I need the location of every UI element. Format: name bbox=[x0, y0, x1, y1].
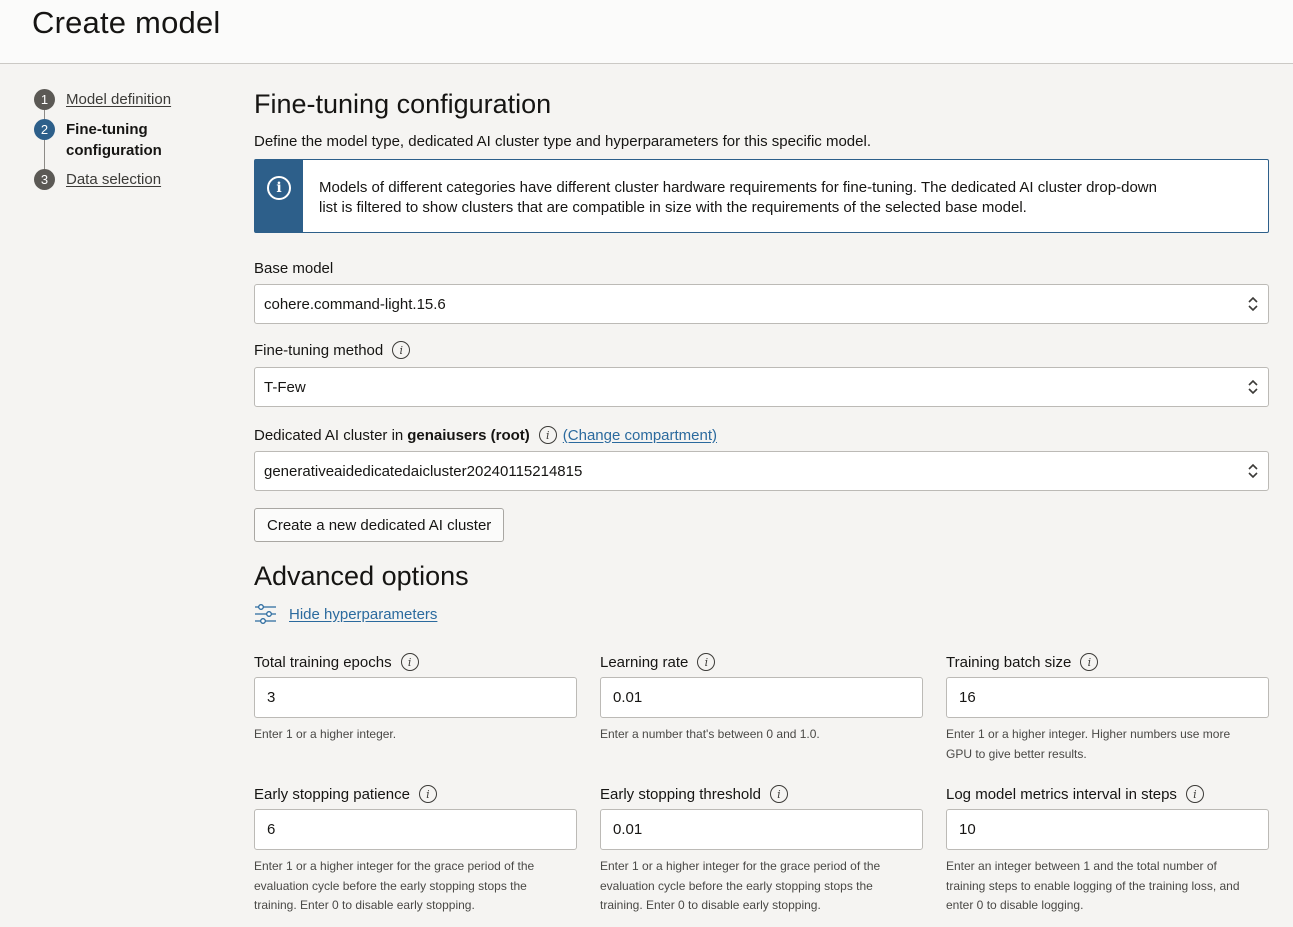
step-label-data-selection[interactable]: Data selection bbox=[66, 169, 161, 190]
cluster-compartment: genaiusers (root) bbox=[407, 426, 530, 444]
step-label-model-definition[interactable]: Model definition bbox=[66, 89, 171, 110]
chevron-up-down-icon bbox=[1248, 296, 1258, 312]
section-description: Define the model type, dedicated AI clus… bbox=[254, 133, 871, 150]
change-compartment-link[interactable]: (Change compartment) bbox=[563, 427, 717, 444]
learning-rate-field: Learning rate i 0.01 Enter a number that'… bbox=[600, 652, 923, 745]
chevron-up-down-icon bbox=[1248, 379, 1258, 395]
training-batch-size-field: Training batch size i 16 Enter 1 or a hig… bbox=[946, 652, 1269, 764]
help-line: Enter 1 or a higher integer for the grac… bbox=[600, 859, 881, 873]
hide-hyperparameters-toggle[interactable]: Hide hyperparameters bbox=[254, 603, 437, 625]
field-label: Learning rate i bbox=[600, 652, 923, 672]
base-model-select[interactable]: cohere.command-light.15.6 bbox=[254, 284, 1269, 324]
help-line: training. Enter 0 to disable early stopp… bbox=[254, 898, 475, 912]
field-label: Log model metrics interval in steps i bbox=[946, 784, 1269, 804]
info-icon[interactable]: i bbox=[400, 653, 419, 671]
early-stopping-threshold-field: Early stopping threshold i 0.01 Enter 1 o… bbox=[600, 784, 923, 916]
info-line-2: list is filtered to show clusters that a… bbox=[319, 199, 1027, 216]
field-label: Training batch size i bbox=[946, 652, 1269, 672]
info-banner-side: i bbox=[255, 160, 303, 232]
advanced-options-title: Advanced options bbox=[254, 561, 469, 591]
step-label-line-1: Fine-tuning bbox=[66, 121, 148, 138]
step-model-definition[interactable]: 1 Model definition bbox=[34, 89, 171, 110]
info-icon[interactable]: i bbox=[418, 785, 437, 803]
field-label-text: Early stopping patience bbox=[254, 785, 410, 803]
page-title: Create model bbox=[32, 5, 221, 40]
field-label-text: Training batch size bbox=[946, 653, 1072, 671]
help-line: evaluation cycle before the early stoppi… bbox=[254, 878, 527, 893]
step-label-line-2: configuration bbox=[66, 142, 162, 159]
base-model-label-text: Base model bbox=[254, 260, 334, 277]
method-select[interactable]: T-Few bbox=[254, 367, 1269, 407]
cluster-select[interactable]: generativeaidedicatedaicluster2024011521… bbox=[254, 451, 1269, 491]
field-label-text: Learning rate bbox=[600, 653, 689, 671]
step-label-fine-tuning-configuration: Fine-tuning configuration bbox=[66, 119, 162, 161]
info-icon[interactable]: i bbox=[1080, 653, 1099, 671]
info-banner: i Models of different categories have di… bbox=[254, 159, 1269, 233]
field-help: Enter a number that's between 0 and 1.0. bbox=[600, 725, 923, 745]
cluster-label: Dedicated AI cluster in genaiusers (root… bbox=[254, 426, 717, 444]
step-data-selection[interactable]: 3 Data selection bbox=[34, 169, 161, 190]
help-line: GPU to give better results. bbox=[946, 746, 1087, 761]
field-help: Enter 1 or a higher integer. bbox=[254, 725, 577, 745]
base-model-label: Base model bbox=[254, 260, 333, 277]
help-line: Enter 1 or a higher integer. bbox=[254, 727, 397, 741]
help-line: training. Enter 0 to disable early stopp… bbox=[600, 898, 821, 912]
early-stopping-patience-field: Early stopping patience i 6 Enter 1 or a … bbox=[254, 784, 577, 916]
field-label: Early stopping patience i bbox=[254, 784, 577, 804]
info-line-1: Models of different categories have diff… bbox=[319, 179, 1157, 196]
method-label: Fine-tuning method i bbox=[254, 341, 411, 359]
step-fine-tuning-configuration: 2 Fine-tuning configuration bbox=[34, 119, 162, 161]
field-help: Enter 1 or a higher integer for the grac… bbox=[254, 857, 577, 916]
early-stopping-patience-input[interactable]: 6 bbox=[254, 809, 577, 850]
sliders-icon bbox=[255, 604, 276, 624]
method-value: T-Few bbox=[264, 378, 306, 396]
header-bar: Create model bbox=[0, 0, 1293, 64]
info-banner-text: Models of different categories have diff… bbox=[303, 160, 1181, 232]
help-line: training steps to enable logging of the … bbox=[946, 878, 1240, 893]
field-label: Total training epochs i bbox=[254, 652, 577, 672]
info-icon[interactable]: i bbox=[769, 785, 788, 803]
field-help: Enter 1 or a higher integer for the grac… bbox=[600, 857, 923, 916]
help-line: enter 0 to disable logging. bbox=[946, 898, 1084, 912]
total-training-epochs-field: Total training epochs i 3 Enter 1 or a hi… bbox=[254, 652, 577, 745]
hide-hyperparameters-link[interactable]: Hide hyperparameters bbox=[289, 606, 437, 623]
step-number-2: 2 bbox=[34, 119, 55, 140]
early-stopping-threshold-input[interactable]: 0.01 bbox=[600, 809, 923, 850]
create-cluster-button[interactable]: Create a new dedicated AI cluster bbox=[254, 508, 505, 542]
cluster-value: generativeaidedicatedaicluster2024011521… bbox=[264, 462, 583, 480]
field-label-text: Log model metrics interval in steps bbox=[946, 785, 1177, 803]
field-label-text: Total training epochs bbox=[254, 653, 392, 671]
log-metrics-interval-field: Log model metrics interval in steps i 10 … bbox=[946, 784, 1269, 916]
field-label-text: Early stopping threshold bbox=[600, 785, 761, 803]
step-number-3: 3 bbox=[34, 169, 55, 190]
step-number-1: 1 bbox=[34, 89, 55, 110]
base-model-value: cohere.command-light.15.6 bbox=[264, 295, 446, 313]
field-label: Early stopping threshold i bbox=[600, 784, 923, 804]
cluster-label-prefix: Dedicated AI cluster in bbox=[254, 426, 404, 444]
field-help: Enter an integer between 1 and the total… bbox=[946, 857, 1269, 916]
help-line: evaluation cycle before the early stoppi… bbox=[600, 878, 873, 893]
method-label-text: Fine-tuning method bbox=[254, 341, 384, 359]
help-line: Enter 1 or a higher integer for the grac… bbox=[254, 859, 535, 873]
help-line: Enter an integer between 1 and the total… bbox=[946, 859, 1217, 873]
log-metrics-interval-input[interactable]: 10 bbox=[946, 809, 1269, 850]
field-help: Enter 1 or a higher integer. Higher numb… bbox=[946, 725, 1269, 764]
section-title: Fine-tuning configuration bbox=[254, 89, 552, 119]
info-icon[interactable]: i bbox=[392, 341, 411, 359]
info-icon[interactable]: i bbox=[1185, 785, 1204, 803]
learning-rate-input[interactable]: 0.01 bbox=[600, 677, 923, 718]
help-line: Enter a number that's between 0 and 1.0. bbox=[600, 727, 820, 741]
info-icon: i bbox=[267, 176, 291, 200]
total-training-epochs-input[interactable]: 3 bbox=[254, 677, 577, 718]
info-icon[interactable]: i bbox=[697, 653, 716, 671]
info-icon[interactable]: i bbox=[538, 426, 557, 444]
training-batch-size-input[interactable]: 16 bbox=[946, 677, 1269, 718]
help-line: Enter 1 or a higher integer. Higher numb… bbox=[946, 727, 1231, 741]
chevron-up-down-icon bbox=[1248, 463, 1258, 479]
